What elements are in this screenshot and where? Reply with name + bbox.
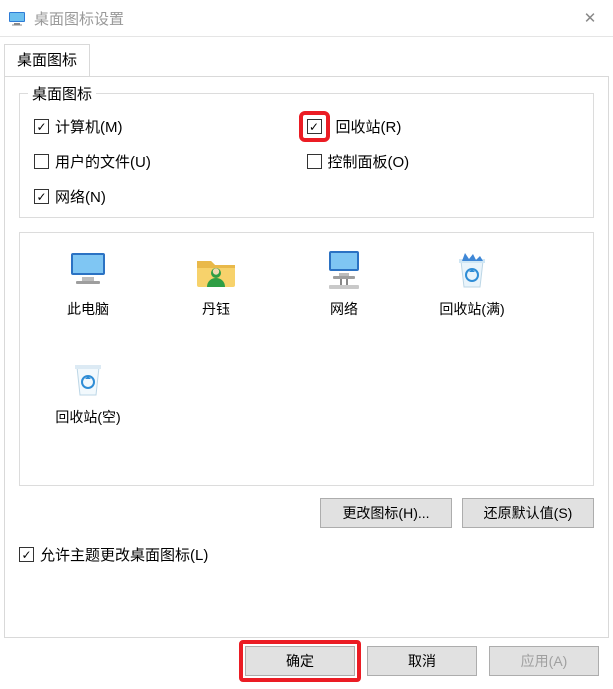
checkbox-label: 允许主题更改桌面图标(L) [40, 544, 208, 565]
group-legend: 桌面图标 [28, 83, 96, 104]
checkbox-computer[interactable]: 计算机(M) [34, 116, 307, 137]
highlight-box: 确定 [239, 640, 361, 682]
checkbox-label: 用户的文件(U) [55, 151, 151, 172]
icon-recyclebin-empty[interactable]: 回收站(空) [24, 351, 152, 427]
titlebar: 桌面图标设置 ✕ [0, 0, 613, 37]
checkbox-label: 网络(N) [55, 186, 106, 207]
checkbox-allow-theme[interactable]: 允许主题更改桌面图标(L) [19, 544, 594, 565]
user-folder-icon [193, 247, 239, 293]
check-icon [34, 119, 49, 134]
checkbox-recyclebin[interactable]: 回收站(R) [307, 116, 580, 137]
dialog-actions: 确定 取消 应用(A) [0, 632, 613, 689]
checkbox-userfiles[interactable]: 用户的文件(U) [34, 151, 307, 172]
icon-network[interactable]: 网络 [280, 243, 408, 319]
icon-label: 此电脑 [24, 299, 152, 319]
icon-label: 回收站(空) [24, 407, 152, 427]
close-button[interactable]: ✕ [567, 0, 613, 36]
icon-user[interactable]: 丹钰 [152, 243, 280, 319]
check-icon [34, 189, 49, 204]
window-title: 桌面图标设置 [34, 8, 567, 29]
check-icon [19, 547, 34, 562]
cancel-button[interactable]: 取消 [367, 646, 477, 676]
network-icon [321, 247, 367, 293]
tab-strip: 桌面图标 [4, 43, 609, 76]
system-icon [8, 9, 26, 27]
group-desktop-icons: 桌面图标 计算机(M) 回收站(R) 用户的文件(U) 控制面板(O) [19, 93, 594, 218]
check-icon [307, 119, 322, 134]
recyclebin-full-icon [449, 247, 495, 293]
icon-label: 回收站(满) [408, 299, 536, 319]
check-icon [307, 154, 322, 169]
checkbox-network[interactable]: 网络(N) [34, 186, 307, 207]
checkbox-label: 控制面板(O) [328, 151, 410, 172]
computer-icon [65, 247, 111, 293]
tab-panel: 桌面图标 计算机(M) 回收站(R) 用户的文件(U) 控制面板(O) [4, 76, 609, 638]
icon-buttons-row: 更改图标(H)... 还原默认值(S) [19, 498, 594, 528]
icon-preview-box: 此电脑 丹钰 [19, 232, 594, 486]
checkbox-label: 回收站(R) [336, 116, 402, 137]
tab-desktop-icons[interactable]: 桌面图标 [4, 44, 90, 77]
icon-recyclebin-full[interactable]: 回收站(满) [408, 243, 536, 319]
icon-this-pc[interactable]: 此电脑 [24, 243, 152, 319]
check-icon [34, 154, 49, 169]
checkbox-controlpanel[interactable]: 控制面板(O) [307, 151, 580, 172]
icon-label: 丹钰 [152, 299, 280, 319]
apply-button[interactable]: 应用(A) [489, 646, 599, 676]
highlight-box [299, 111, 330, 142]
icon-label: 网络 [280, 299, 408, 319]
recyclebin-empty-icon [65, 355, 111, 401]
ok-button[interactable]: 确定 [245, 646, 355, 676]
checkbox-label: 计算机(M) [55, 116, 123, 137]
change-icon-button[interactable]: 更改图标(H)... [320, 498, 452, 528]
restore-default-button[interactable]: 还原默认值(S) [462, 498, 594, 528]
